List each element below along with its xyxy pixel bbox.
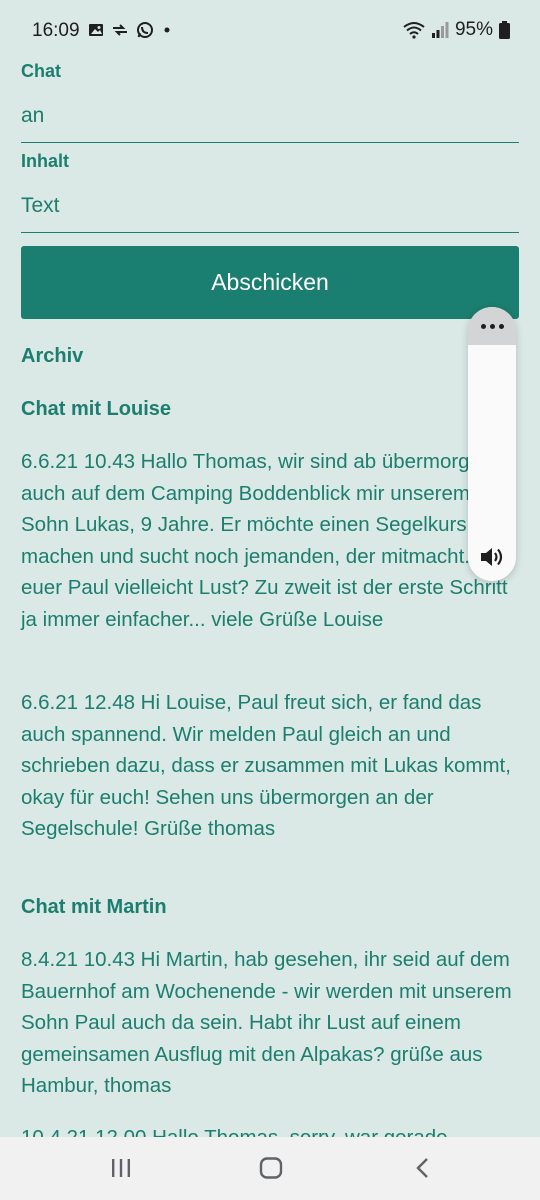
status-bar: 16:09 95%	[0, 0, 540, 44]
chat-label: Chat	[21, 61, 61, 81]
archive-title: Archiv	[21, 345, 84, 367]
speaker-icon[interactable]	[479, 545, 505, 569]
notification-dot-icon	[164, 27, 170, 33]
content-input[interactable]	[21, 194, 519, 233]
chat-message: 6.6.21 10.43 Hallo Thomas, wir sind ab ü…	[21, 450, 508, 631]
signal-icon	[431, 22, 449, 38]
navigation-bar	[0, 1137, 540, 1200]
status-right-icons: 95%	[403, 19, 510, 41]
battery-percentage: 95%	[454, 19, 493, 40]
battery-icon	[499, 21, 510, 39]
more-dots-icon	[480, 323, 504, 329]
home-icon[interactable]	[259, 1157, 283, 1179]
wifi-icon	[403, 22, 425, 39]
status-left-icons	[88, 21, 172, 39]
chat-message: 8.4.21 10.43 Hi Martin, hab gesehen, ihr…	[21, 948, 512, 1097]
chat-title-martin: Chat mit Martin	[21, 896, 167, 918]
data-transfer-icon	[113, 24, 127, 36]
chat-title-louise: Chat mit Louise	[21, 398, 172, 420]
volume-settings-button[interactable]	[468, 307, 516, 345]
volume-panel[interactable]	[468, 307, 516, 581]
status-time: 16:09	[32, 20, 80, 41]
recents-icon[interactable]	[110, 1157, 132, 1179]
screen: 16:09 95% Chat an Inhalt Text Abschicken…	[0, 0, 540, 1200]
chat-recipient-input[interactable]	[21, 104, 519, 143]
submit-button[interactable]: Abschicken	[21, 246, 519, 319]
whatsapp-icon	[137, 22, 153, 38]
back-icon[interactable]	[414, 1157, 432, 1179]
chat-message: 6.6.21 12.48 Hi Louise, Paul freut sich,…	[21, 691, 511, 840]
image-icon	[89, 24, 103, 36]
content-label: Inhalt	[21, 151, 69, 171]
